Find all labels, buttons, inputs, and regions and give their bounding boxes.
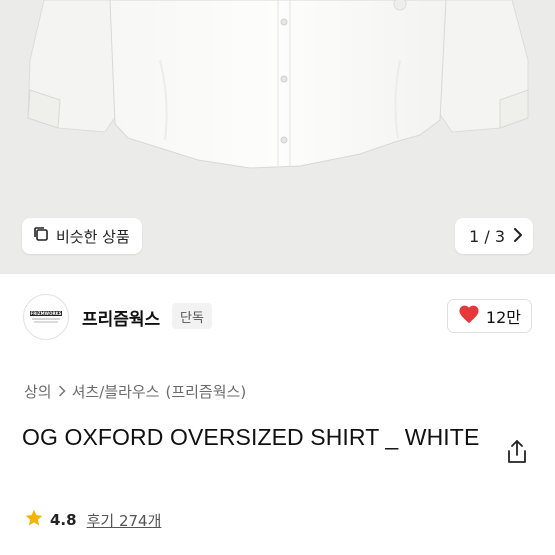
similar-products-button[interactable]: 비슷한 상품 bbox=[22, 218, 142, 254]
image-counter[interactable]: 1 / 3 bbox=[455, 218, 533, 254]
rating-row: 4.8 후기 274개 bbox=[24, 508, 161, 532]
chevron-right-icon bbox=[513, 227, 523, 246]
svg-text:FRIZMWORKS: FRIZMWORKS bbox=[30, 311, 61, 316]
rating-score: 4.8 bbox=[50, 511, 77, 529]
product-title: OG OXFORD OVERSIZED SHIRT _ WHITE bbox=[22, 424, 480, 450]
brand-logo[interactable]: FRIZMWORKS bbox=[23, 294, 69, 340]
breadcrumb-item-category[interactable]: 상의 bbox=[24, 381, 52, 402]
breadcrumb: 상의 셔츠/블라우스 (프리즘웍스) bbox=[24, 381, 246, 402]
breadcrumb-item-brand[interactable]: (프리즘웍스) bbox=[165, 381, 246, 402]
share-icon bbox=[505, 440, 529, 469]
heart-icon bbox=[458, 304, 480, 328]
product-image-gallery[interactable]: 비슷한 상품 1 / 3 bbox=[0, 0, 555, 274]
share-button[interactable] bbox=[505, 439, 529, 465]
brand-row: FRIZMWORKS 프리즘웍스 단독 12만 bbox=[0, 292, 555, 342]
similar-products-label: 비슷한 상품 bbox=[56, 227, 130, 246]
breadcrumb-item-subcategory[interactable]: 셔츠/블라우스 bbox=[72, 381, 160, 402]
chevron-right-icon bbox=[58, 383, 66, 401]
exclusive-badge: 단독 bbox=[172, 303, 212, 329]
reviews-link[interactable]: 후기 274개 bbox=[87, 510, 162, 531]
brand-name[interactable]: 프리즘웍스 bbox=[82, 305, 160, 330]
star-icon bbox=[24, 508, 44, 532]
image-counter-label: 1 / 3 bbox=[469, 226, 505, 246]
like-count: 12만 bbox=[485, 308, 521, 327]
copy-icon bbox=[32, 225, 50, 247]
like-button[interactable]: 12만 bbox=[446, 299, 532, 333]
